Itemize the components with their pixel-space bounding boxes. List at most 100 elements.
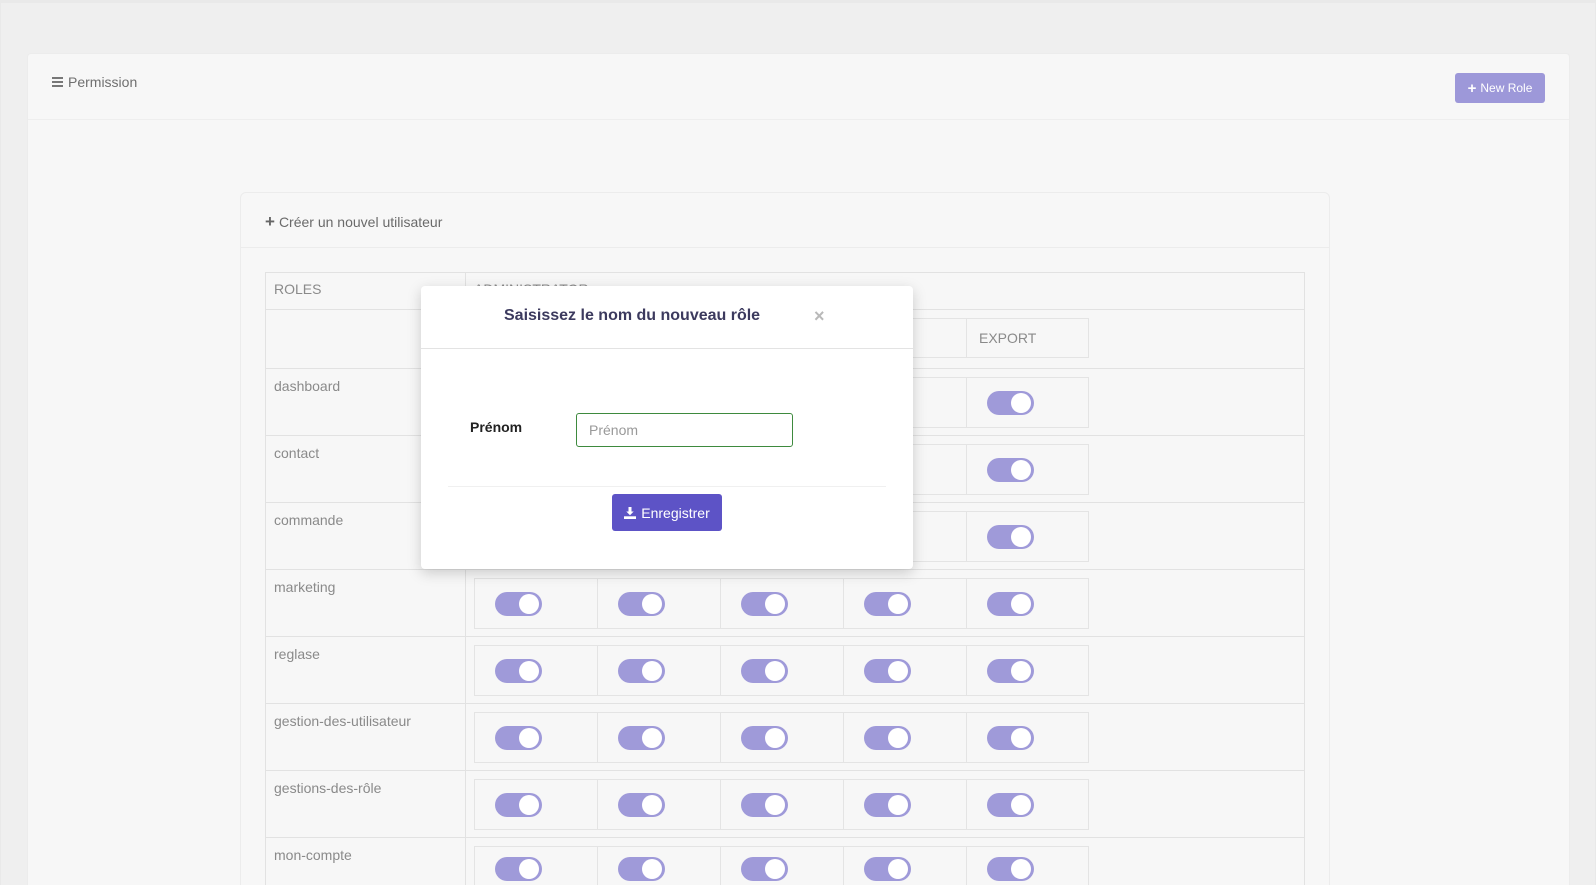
permission-cell [720, 846, 843, 885]
permission-toggle[interactable] [864, 658, 911, 683]
role-name-input[interactable] [576, 413, 793, 447]
page-title-text: Permission [68, 74, 138, 90]
plus-icon: + [265, 212, 275, 231]
permission-cell [720, 712, 843, 763]
permission-toggle[interactable] [987, 524, 1034, 549]
permission-toggle[interactable] [618, 857, 665, 881]
permission-toggle[interactable] [741, 857, 788, 881]
permission-cell [474, 846, 597, 885]
permission-toggle[interactable] [987, 390, 1034, 415]
permission-cell [474, 712, 597, 763]
toggle-knob [1011, 859, 1031, 879]
permission-cell [597, 578, 720, 629]
toggle-knob [519, 660, 539, 681]
create-user-header: + Créer un nouvel utilisateur [241, 193, 1329, 248]
module-name: gestions-des-rôle [265, 770, 466, 838]
table-row: marketing [265, 569, 1305, 637]
permission-cell [597, 645, 720, 696]
toggle-knob [642, 727, 662, 748]
permission-toggle[interactable] [495, 857, 542, 881]
toggle-knob [888, 660, 908, 681]
toggle-knob [888, 727, 908, 748]
permission-cell [474, 779, 597, 830]
permission-toggle[interactable] [987, 457, 1034, 482]
permission-toggle[interactable] [864, 857, 911, 881]
module-toggles [465, 636, 1305, 704]
modal-title: Saisissez le nom du nouveau rôle [504, 307, 761, 324]
permission-toggle[interactable] [864, 792, 911, 817]
table-row: gestions-des-rôle [265, 770, 1305, 838]
toggle-knob [519, 727, 539, 748]
module-name: gestion-des-utilisateur [265, 703, 466, 771]
toggle-knob [1011, 660, 1031, 681]
permission-toggle[interactable] [495, 725, 542, 750]
permission-toggle[interactable] [618, 792, 665, 817]
toggle-knob [519, 794, 539, 815]
modal-header: Saisissez le nom du nouveau rôle × [421, 286, 913, 349]
table-row: reglase [265, 636, 1305, 704]
toggle-knob [1011, 392, 1031, 413]
save-button[interactable]: Enregistrer [612, 494, 722, 531]
permission-cell [966, 712, 1089, 763]
permission-cell [843, 645, 966, 696]
permission-cell [843, 846, 966, 885]
toggle-knob [765, 660, 785, 681]
permission-toggle[interactable] [741, 792, 788, 817]
close-icon[interactable]: × [814, 306, 825, 327]
permission-cell [966, 511, 1089, 562]
permission-cell [720, 578, 843, 629]
permission-toggle[interactable] [987, 658, 1034, 683]
create-user-link[interactable]: + Créer un nouvel utilisateur [265, 213, 442, 230]
permission-toggle[interactable] [741, 591, 788, 616]
permission-toggle[interactable] [618, 591, 665, 616]
permission-toggle[interactable] [987, 591, 1034, 616]
permission-toggle[interactable] [618, 725, 665, 750]
permission-toggle[interactable] [864, 591, 911, 616]
permission-cell [966, 578, 1089, 629]
toggle-knob [888, 593, 908, 614]
permission-toggle[interactable] [618, 658, 665, 683]
permission-toggle[interactable] [495, 658, 542, 683]
list-icon [52, 77, 63, 87]
permission-toggle[interactable] [495, 591, 542, 616]
save-label: Enregistrer [641, 504, 710, 521]
toggle-knob [519, 859, 539, 879]
module-toggles [465, 770, 1305, 838]
create-user-text: Créer un nouvel utilisateur [278, 213, 443, 230]
permission-cell [597, 846, 720, 885]
toggle-knob [642, 593, 662, 614]
download-icon [624, 506, 637, 519]
new-role-button[interactable]: + New Role [1455, 73, 1545, 103]
permission-cell [720, 779, 843, 830]
toggle-knob [888, 859, 908, 879]
permission-toggle[interactable] [864, 725, 911, 750]
permission-toggle[interactable] [741, 725, 788, 750]
toggle-knob [1011, 459, 1031, 480]
toggle-knob [1011, 593, 1031, 614]
module-name: reglase [265, 636, 466, 704]
permission-toggle[interactable] [741, 658, 788, 683]
page-title: Permission [52, 74, 137, 90]
plus-icon: + [1467, 79, 1477, 97]
permission-cell [966, 377, 1089, 428]
toggle-knob [642, 794, 662, 815]
module-name: mon-compte [265, 837, 466, 885]
new-role-modal: Saisissez le nom du nouveau rôle × Préno… [421, 286, 913, 569]
permission-toggle[interactable] [987, 725, 1034, 750]
toggle-knob [1011, 794, 1031, 815]
toggle-knob [765, 593, 785, 614]
toggle-knob [519, 593, 539, 614]
permission-cell [843, 779, 966, 830]
toggle-knob [1011, 526, 1031, 547]
toggle-knob [642, 859, 662, 879]
module-toggles [465, 703, 1305, 771]
permission-toggle[interactable] [495, 792, 542, 817]
table-row: gestion-des-utilisateur [265, 703, 1305, 771]
permission-toggle[interactable] [987, 857, 1034, 881]
permission-cell [966, 846, 1089, 885]
permission-cell [474, 645, 597, 696]
module-name: marketing [265, 569, 466, 637]
permission-toggle[interactable] [987, 792, 1034, 817]
permission-cell [966, 645, 1089, 696]
permission-cell [597, 712, 720, 763]
